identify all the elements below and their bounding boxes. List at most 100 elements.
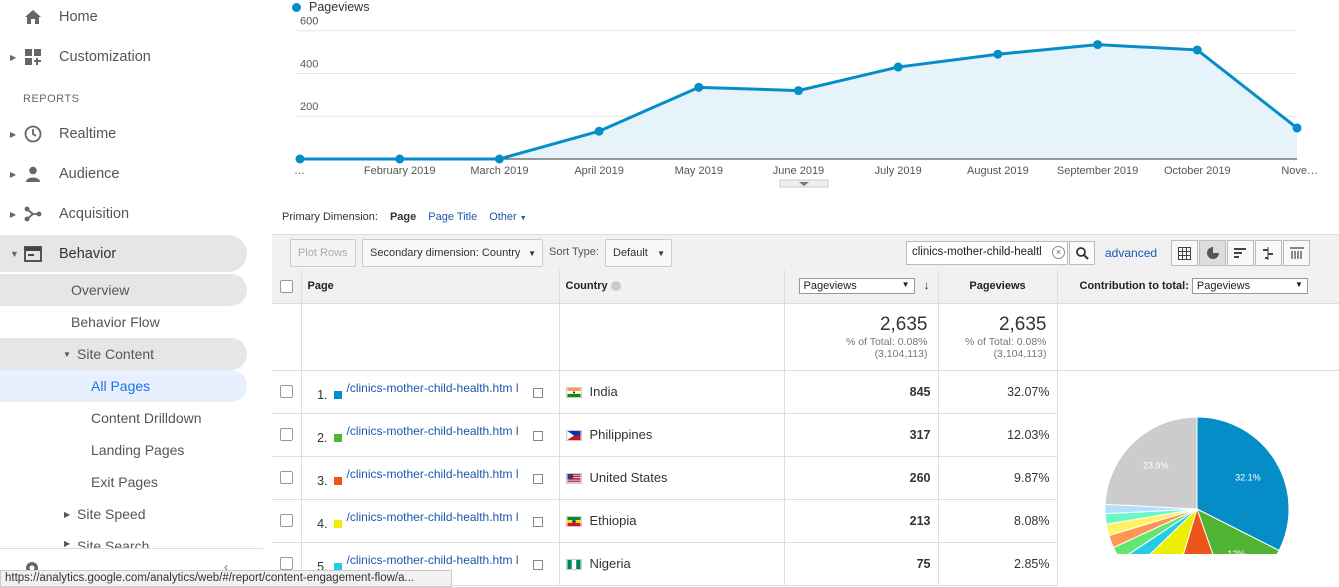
summary-value: 2,635 bbox=[879, 313, 928, 335]
dimension-page-title-link[interactable]: Page Title bbox=[428, 211, 477, 223]
country-name[interactable]: Nigeria bbox=[590, 556, 631, 571]
pageviews-value: 317 bbox=[784, 413, 939, 457]
page-link[interactable]: /clinics-mother-child-health.htm l bbox=[347, 381, 531, 395]
dimension-other-link[interactable]: Other ▼ bbox=[489, 211, 527, 223]
sidebar-item-landing-pages[interactable]: Landing Pages bbox=[91, 434, 184, 466]
open-external-icon[interactable] bbox=[532, 430, 543, 441]
sort-desc-icon[interactable]: ↓ bbox=[924, 278, 930, 292]
sidebar-item-label: Audience bbox=[59, 166, 120, 182]
data-point[interactable] bbox=[794, 86, 803, 96]
sidebar-item-all-pages[interactable]: All Pages bbox=[0, 370, 247, 402]
summary-total-2: 2,635 % of Total: 0.08% (3,104,113) bbox=[938, 303, 1058, 371]
series-color-swatch bbox=[333, 433, 342, 442]
sidebar-item-realtime[interactable]: ▶ Realtime bbox=[0, 114, 263, 154]
legend-dot-icon bbox=[292, 2, 301, 12]
sidebar-item-overview[interactable]: Overview bbox=[0, 274, 247, 306]
behavior-icon bbox=[24, 245, 42, 263]
metric-select-header: Pageviews ↓ bbox=[784, 270, 939, 304]
page-link[interactable]: /clinics-mother-child-health.htm l bbox=[347, 467, 531, 481]
table-search-input[interactable]: clinics-mother-child-healtl bbox=[906, 241, 1068, 265]
x-tick-label: September 2019 bbox=[1057, 165, 1138, 177]
sidebar-item-site-content[interactable]: ▼ Site Content bbox=[0, 338, 247, 370]
sidebar-item-exit-pages[interactable]: Exit Pages bbox=[91, 466, 158, 498]
data-point[interactable] bbox=[1292, 123, 1302, 133]
sidebar-item-audience[interactable]: ▶ Audience bbox=[0, 154, 263, 194]
page-link[interactable]: /clinics-mother-child-health.htm l bbox=[347, 424, 531, 438]
summary-cell bbox=[559, 303, 785, 371]
sidebar-item-label: Realtime bbox=[59, 126, 117, 142]
caret-right-icon: ▶ bbox=[64, 509, 71, 519]
performance-view-button[interactable] bbox=[1227, 240, 1254, 266]
data-point[interactable] bbox=[295, 154, 305, 164]
page-link[interactable]: /clinics-mother-child-health.htm l bbox=[347, 510, 531, 524]
sidebar-item-label: Site Content bbox=[77, 346, 155, 362]
row-index: 1. bbox=[317, 387, 328, 402]
row-checkbox[interactable] bbox=[279, 514, 293, 527]
sidebar-item-label: Site Search bbox=[77, 538, 150, 548]
row-checkbox[interactable] bbox=[279, 557, 293, 570]
sidebar-item-home[interactable]: Home bbox=[0, 0, 263, 34]
metric-select[interactable]: Pageviews bbox=[798, 278, 915, 295]
data-point[interactable] bbox=[893, 62, 903, 72]
clear-search-icon[interactable]: × bbox=[1052, 246, 1065, 259]
contribution-select[interactable]: Pageviews bbox=[1191, 278, 1308, 295]
caret-down-icon: ▼ bbox=[63, 349, 71, 359]
pageviews-percent: 8.08% bbox=[938, 499, 1058, 543]
country-name[interactable]: Philippines bbox=[590, 427, 653, 442]
secondary-dimension-select[interactable]: Secondary dimension: Country ▼ bbox=[362, 239, 543, 267]
open-external-icon[interactable] bbox=[532, 473, 543, 484]
advanced-link[interactable]: advanced bbox=[1105, 246, 1157, 260]
country-name[interactable]: India bbox=[590, 384, 618, 399]
sidebar-item-content-drilldown[interactable]: Content Drilldown bbox=[91, 402, 202, 434]
data-point[interactable] bbox=[494, 154, 504, 164]
table-view-button[interactable] bbox=[1171, 240, 1198, 266]
column-header-page[interactable]: Page bbox=[301, 270, 560, 304]
data-point[interactable] bbox=[594, 126, 604, 136]
data-point[interactable] bbox=[694, 82, 704, 92]
data-point[interactable] bbox=[1093, 40, 1103, 50]
pageviews-percent: 32.07% bbox=[938, 370, 1058, 414]
x-tick-label: October 2019 bbox=[1164, 165, 1231, 177]
sidebar-item-site-speed[interactable]: ▶ Site Speed bbox=[0, 498, 247, 530]
data-point[interactable] bbox=[993, 49, 1003, 59]
caret-down-icon: ▼ bbox=[10, 249, 19, 259]
sidebar: Home ▶ Customization REPORTS ▶ Realtime … bbox=[0, 0, 263, 587]
sidebar-item-label: Behavior bbox=[59, 246, 117, 262]
data-point[interactable] bbox=[395, 154, 405, 164]
series-color-swatch bbox=[333, 476, 342, 485]
country-name[interactable]: United States bbox=[590, 470, 668, 485]
column-header-pageviews[interactable]: Pageviews bbox=[938, 270, 1058, 304]
comparison-view-button[interactable] bbox=[1255, 240, 1282, 266]
select-all-checkbox[interactable] bbox=[279, 279, 293, 293]
open-external-icon[interactable] bbox=[532, 516, 543, 527]
sidebar-item-behavior-flow[interactable]: Behavior Flow bbox=[71, 306, 160, 338]
row-checkbox-cell bbox=[272, 499, 302, 543]
remove-dimension-icon[interactable] bbox=[610, 281, 621, 292]
plot-rows-button[interactable]: Plot Rows bbox=[290, 239, 356, 267]
select-all-cell bbox=[272, 270, 302, 304]
row-checkbox[interactable] bbox=[279, 428, 293, 441]
sidebar-item-site-search[interactable]: ▶ Site Search bbox=[0, 530, 247, 548]
sidebar-item-customization[interactable]: ▶ Customization bbox=[0, 37, 263, 77]
pivot-view-button[interactable] bbox=[1283, 240, 1310, 266]
caret-right-icon: ▶ bbox=[64, 539, 71, 548]
search-icon bbox=[1075, 246, 1089, 260]
row-checkbox[interactable] bbox=[279, 471, 293, 484]
sidebar-item-acquisition[interactable]: ▶ Acquisition bbox=[0, 194, 263, 234]
sort-type-select[interactable]: Default ▼ bbox=[605, 239, 672, 267]
pie-view-button[interactable] bbox=[1199, 240, 1226, 266]
open-external-icon[interactable] bbox=[532, 387, 543, 398]
legend-label: Pageviews bbox=[309, 0, 370, 14]
open-external-icon[interactable] bbox=[532, 559, 543, 570]
sidebar-item-behavior[interactable]: ▼ Behavior bbox=[0, 234, 263, 274]
country-name[interactable]: Ethiopia bbox=[590, 513, 637, 528]
column-header-country[interactable]: Country bbox=[559, 270, 785, 304]
search-button[interactable] bbox=[1069, 241, 1095, 265]
x-tick-label: March 2019 bbox=[470, 165, 528, 177]
data-point[interactable] bbox=[1192, 45, 1202, 55]
x-tick-label: April 2019 bbox=[574, 165, 624, 177]
row-index: 2. bbox=[317, 430, 328, 445]
row-checkbox[interactable] bbox=[279, 385, 293, 398]
page-link[interactable]: /clinics-mother-child-health.htm l bbox=[347, 553, 531, 567]
pageviews-chart: Pageviews 200 400 600 … February 2019 March 2… bbox=[282, 0, 1322, 195]
